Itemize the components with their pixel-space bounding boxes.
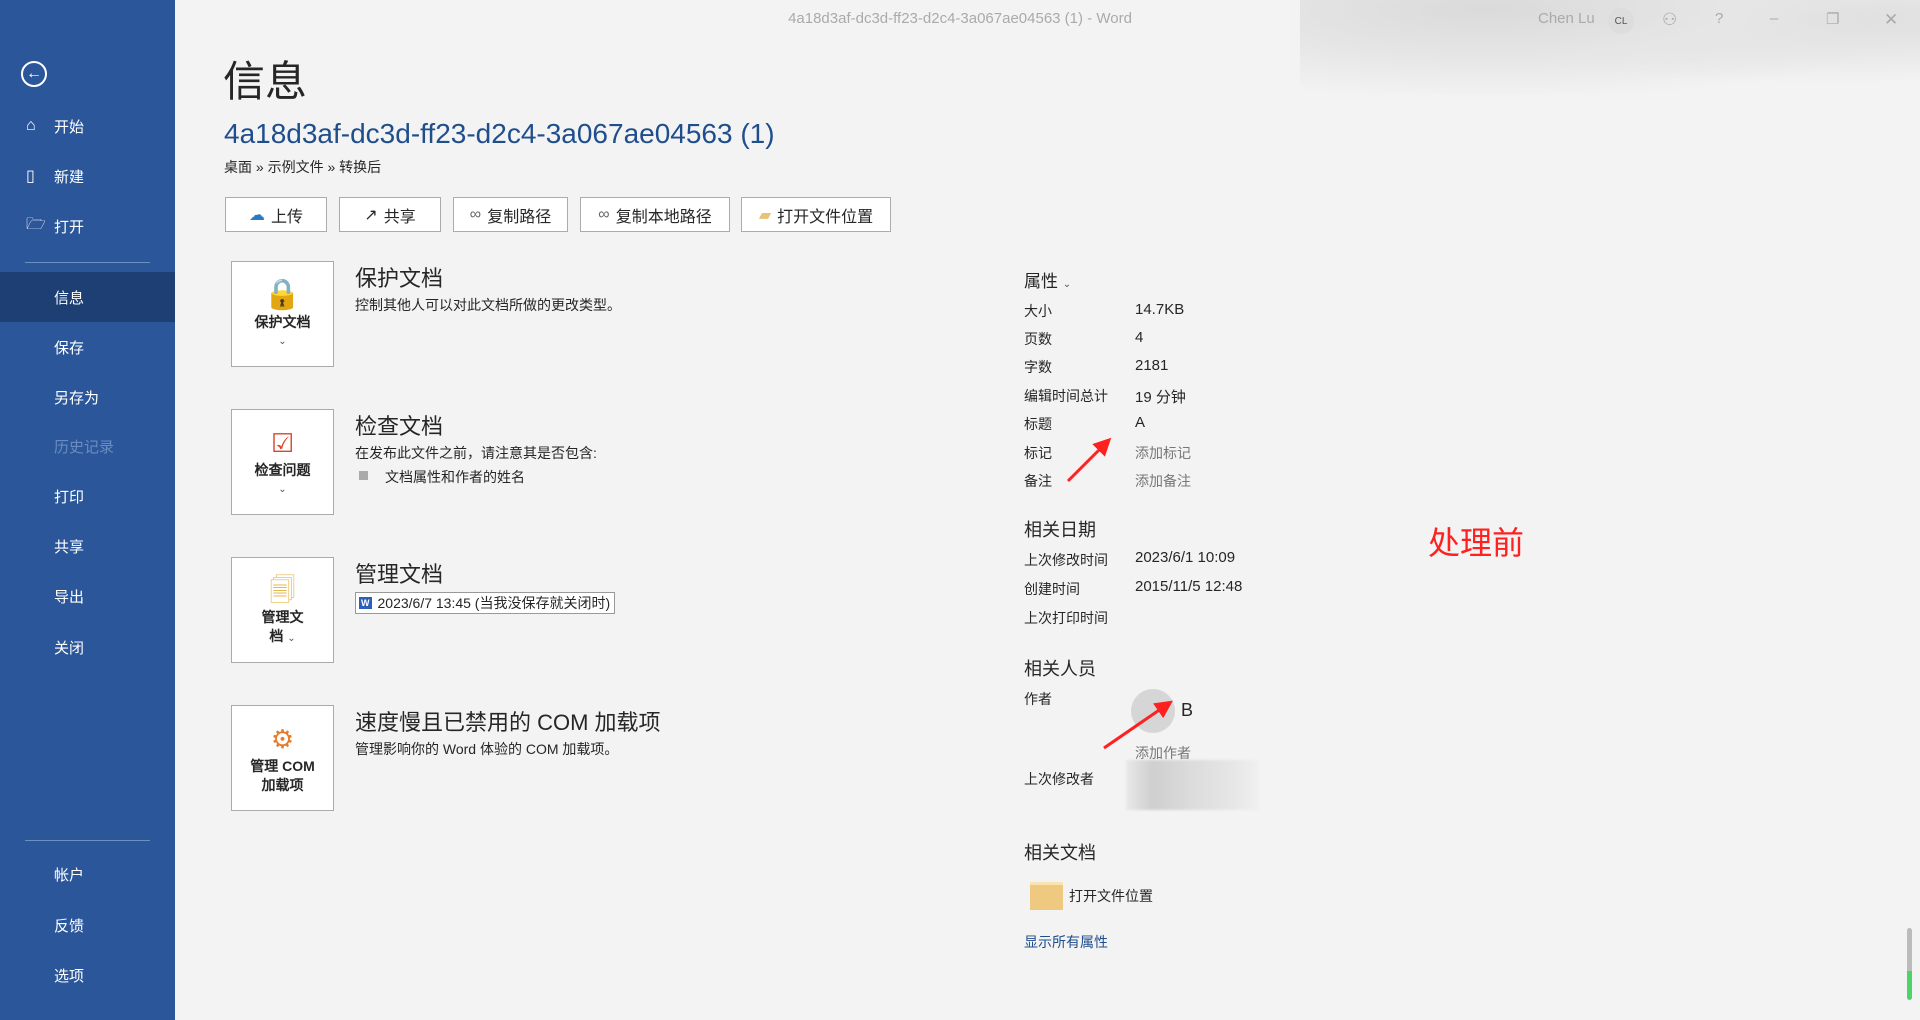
red-arrow <box>1068 442 1107 481</box>
red-arrow <box>1104 704 1168 748</box>
annotation-arrows <box>0 0 1920 1020</box>
vertical-scrollbar[interactable] <box>1907 928 1912 1000</box>
